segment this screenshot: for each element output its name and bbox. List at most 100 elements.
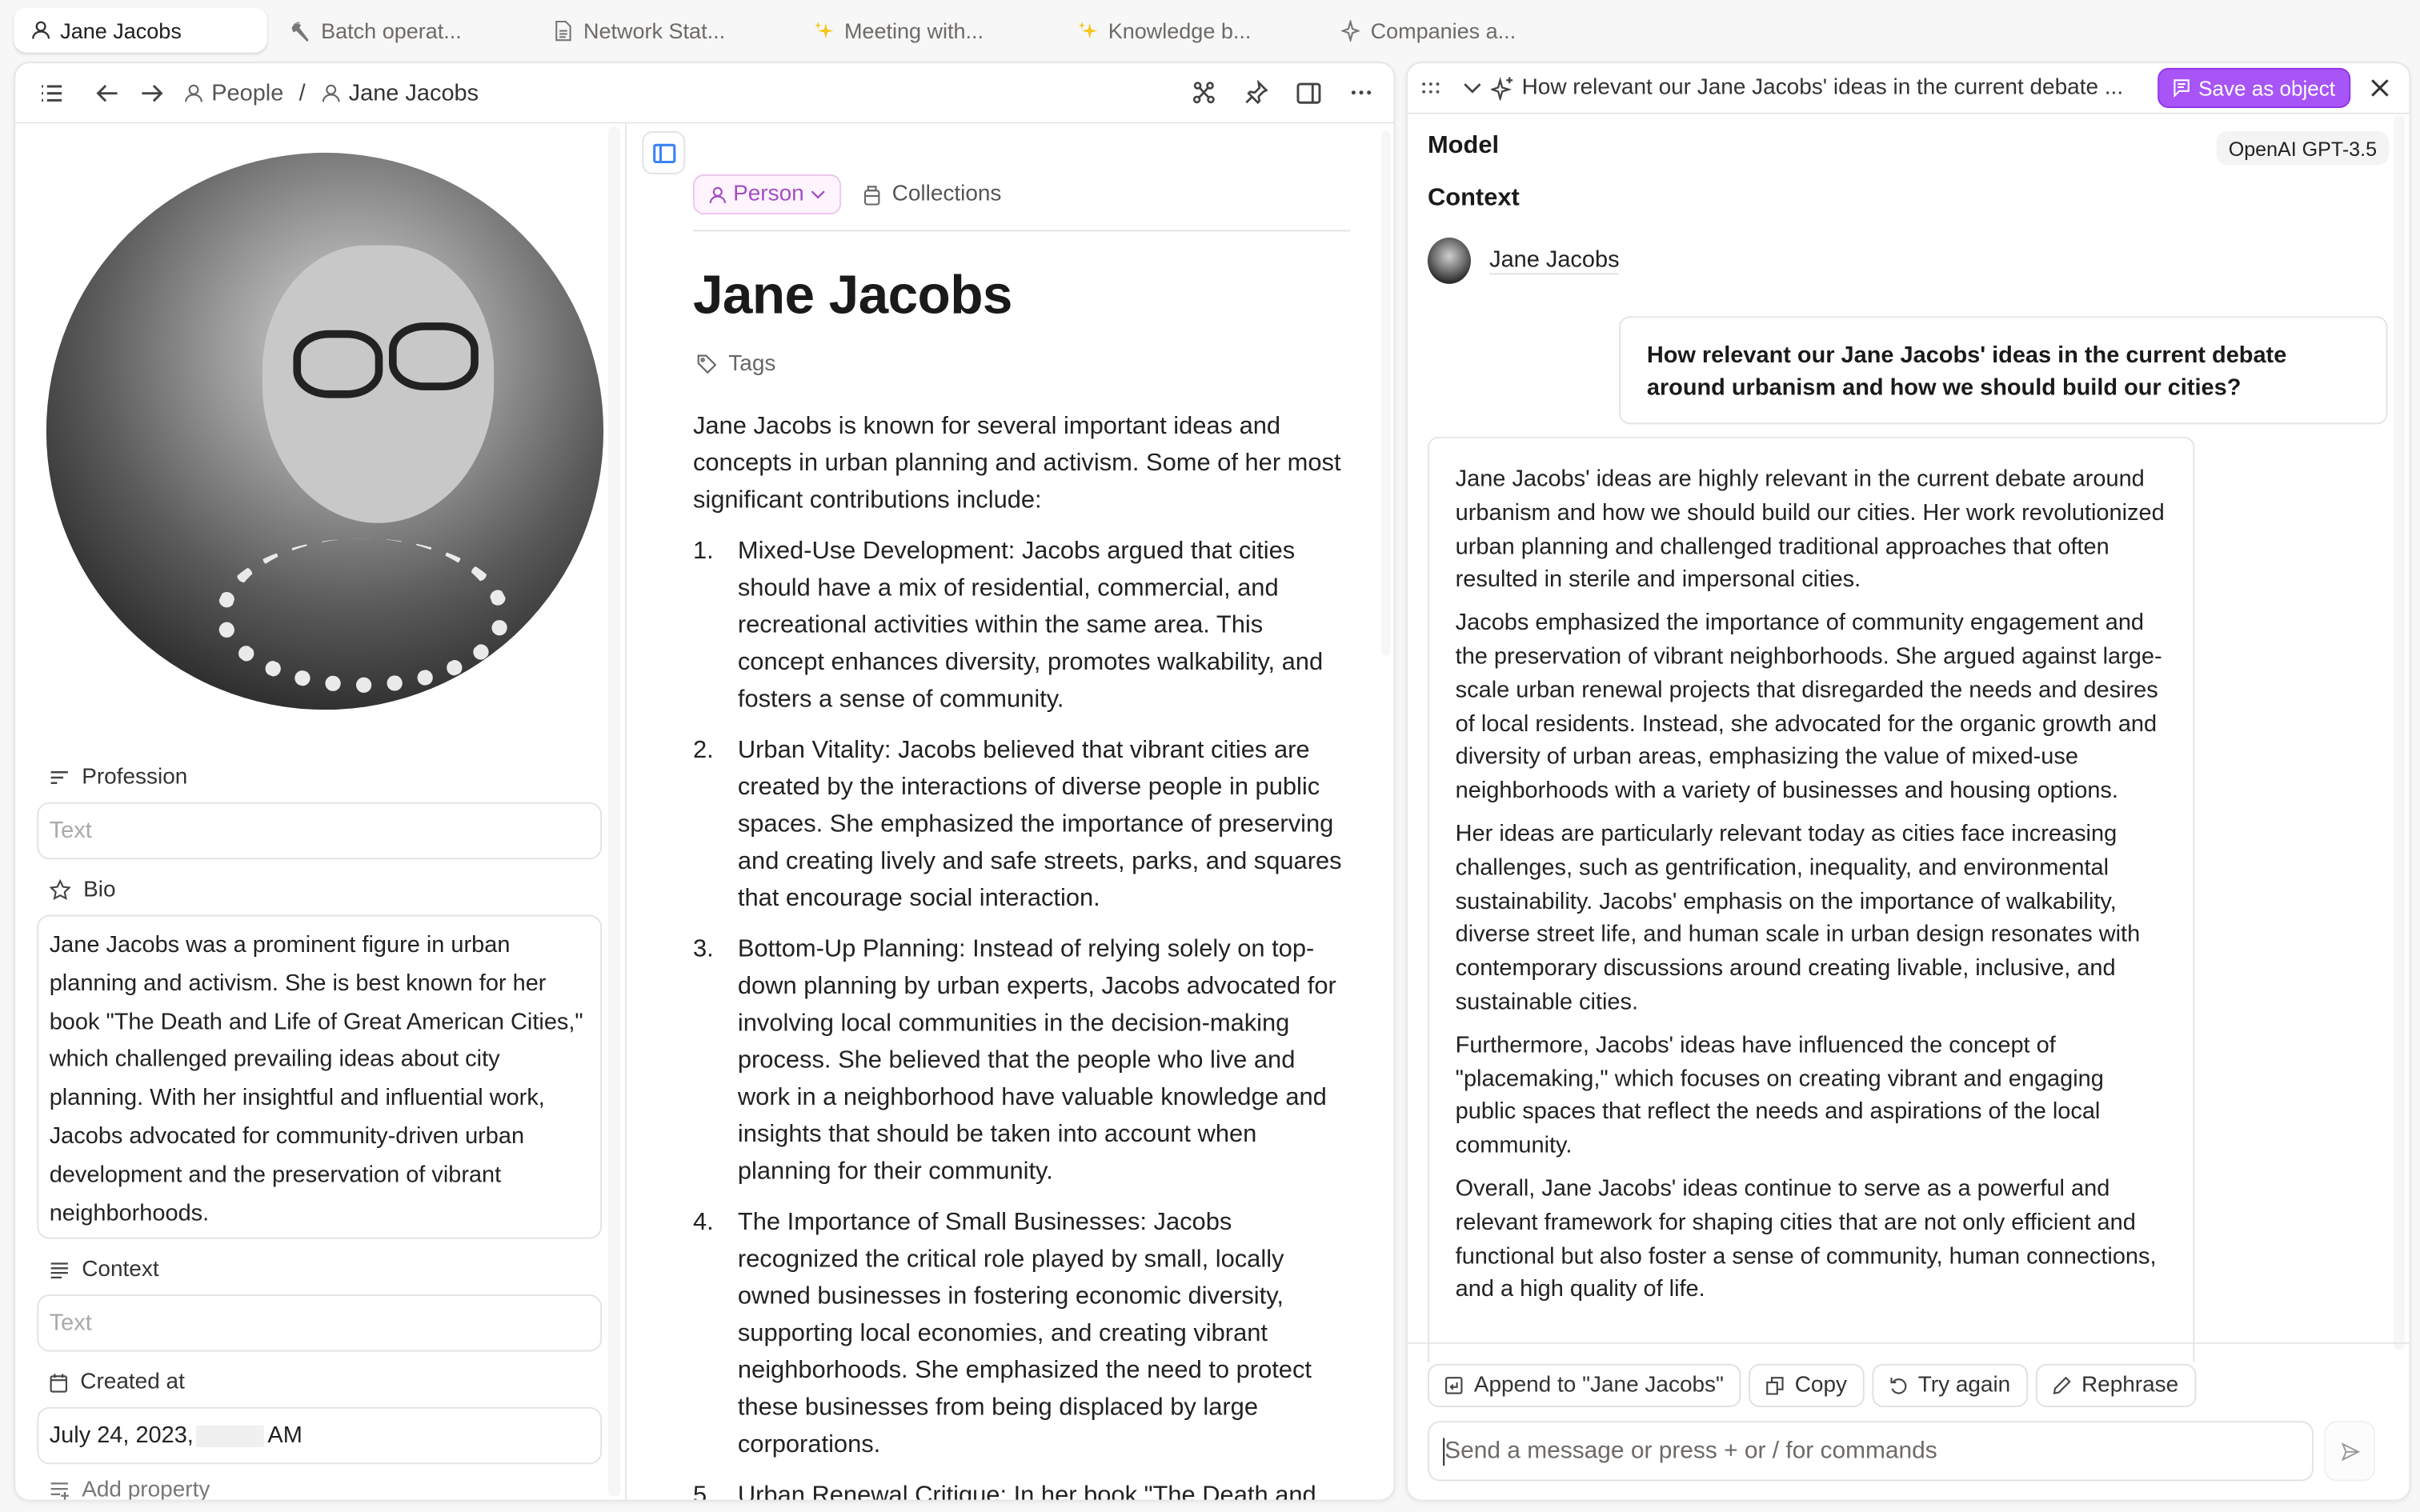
copy-label: Copy bbox=[1794, 1373, 1847, 1398]
profession-field[interactable]: Text bbox=[37, 802, 603, 860]
collection-jar-icon bbox=[863, 184, 881, 205]
context-object[interactable]: Jane Jacobs bbox=[1427, 238, 1620, 284]
message-input[interactable]: Send a message or press + or / for comma… bbox=[1427, 1421, 2314, 1482]
save-button-label: Save as object bbox=[2198, 76, 2335, 100]
try-again-label: Try again bbox=[1917, 1373, 2011, 1398]
type-chip-label: Person bbox=[733, 182, 804, 207]
collections-label: Collections bbox=[891, 182, 1002, 207]
person-icon bbox=[30, 19, 51, 41]
response-paragraph: Furthermore, Jacobs' ideas have influenc… bbox=[1455, 1031, 2104, 1159]
calendar-icon bbox=[50, 1372, 68, 1392]
add-property-button[interactable]: Add property bbox=[50, 1478, 210, 1500]
more-horizontal-icon bbox=[1351, 90, 1372, 96]
back-button[interactable] bbox=[90, 76, 123, 110]
rephrase-button[interactable]: Rephrase bbox=[2035, 1363, 2196, 1407]
list-number: 4. bbox=[692, 1210, 714, 1236]
tab-jane-jacobs[interactable]: Jane Jacobs bbox=[14, 7, 267, 53]
star-icon bbox=[49, 879, 71, 901]
breadcrumb: People / Jane Jacobs bbox=[184, 79, 479, 106]
list-number: 2. bbox=[692, 737, 714, 764]
try-again-button[interactable]: Try again bbox=[1871, 1363, 2028, 1407]
breadcrumb-current-label: Jane Jacobs bbox=[348, 79, 479, 106]
send-button[interactable] bbox=[2324, 1421, 2376, 1482]
glasses-left bbox=[293, 330, 383, 398]
created-at-label-text: Created at bbox=[80, 1370, 185, 1395]
split-view-button[interactable] bbox=[1292, 76, 1325, 110]
message-input-placeholder: Send a message or press + or / for comma… bbox=[1444, 1437, 1937, 1464]
graph-icon bbox=[1192, 80, 1216, 105]
pearl-necklace bbox=[216, 538, 510, 693]
header-divider bbox=[692, 230, 1351, 232]
glasses-right bbox=[389, 322, 479, 390]
document-scrollbar[interactable] bbox=[1381, 130, 1391, 656]
properties-scrollbar[interactable] bbox=[607, 126, 621, 1497]
context-label: Context bbox=[50, 1258, 159, 1282]
more-options-button[interactable] bbox=[1344, 76, 1378, 110]
assistant-response: Jane Jacobs' ideas are highly relevant i… bbox=[1427, 436, 2195, 1362]
properties-column: Profession Text Bio Jane Jacobs was a pr… bbox=[15, 123, 627, 1500]
chat-scrollbar[interactable] bbox=[2394, 115, 2405, 1350]
bio-value: Jane Jacobs was a prominent figure in ur… bbox=[49, 931, 583, 1226]
profession-placeholder: Text bbox=[49, 818, 92, 844]
list-number: 1. bbox=[692, 538, 714, 565]
document-body[interactable]: Jane Jacobs is known for several importa… bbox=[692, 409, 1353, 1502]
list-number: 5. bbox=[692, 1482, 714, 1502]
person-icon bbox=[321, 82, 341, 102]
breadcrumb-parent-label: People bbox=[211, 79, 284, 106]
toggle-properties-button[interactable] bbox=[642, 130, 686, 174]
list-number: 3. bbox=[692, 936, 714, 963]
person-icon bbox=[708, 184, 727, 204]
tab-label: Batch operat... bbox=[321, 18, 462, 43]
collapse-button[interactable] bbox=[1460, 71, 1484, 105]
assistant-panel: How relevant our Jane Jacobs' ideas in t… bbox=[1405, 62, 2411, 1502]
drag-handle[interactable] bbox=[1416, 71, 1444, 105]
forward-button[interactable] bbox=[134, 76, 168, 110]
message-square-icon bbox=[2174, 78, 2190, 98]
bio-label-text: Bio bbox=[83, 878, 116, 903]
tab-label: Network Stat... bbox=[583, 18, 726, 43]
pin-button[interactable] bbox=[1240, 76, 1273, 110]
breadcrumb-people[interactable]: People bbox=[184, 79, 284, 106]
close-assistant-button[interactable] bbox=[2363, 71, 2397, 105]
sparkles-icon bbox=[813, 19, 835, 41]
sidebar-right-icon bbox=[1296, 81, 1321, 104]
graph-button[interactable] bbox=[1187, 76, 1220, 110]
save-as-object-button[interactable]: Save as object bbox=[2158, 67, 2351, 109]
assistant-toolbar: How relevant our Jane Jacobs' ideas in t… bbox=[1407, 63, 2410, 114]
append-to-object-button[interactable]: Append to "Jane Jacobs" bbox=[1427, 1363, 1741, 1407]
created-at-suffix: AM bbox=[267, 1422, 302, 1449]
created-at-label: Created at bbox=[50, 1370, 185, 1395]
tags-label: Tags bbox=[728, 351, 776, 377]
tab-network-stat[interactable]: Network Stat... bbox=[537, 8, 740, 53]
collections-button[interactable]: Collections bbox=[863, 182, 1002, 207]
sidebar-left-icon bbox=[652, 142, 675, 163]
chevron-down-icon bbox=[810, 190, 825, 199]
sidebar-list-button[interactable] bbox=[34, 76, 67, 110]
sparkle-outline-icon bbox=[1340, 19, 1361, 42]
type-chip-person[interactable]: Person bbox=[692, 174, 841, 215]
bio-field[interactable]: Jane Jacobs was a prominent figure in ur… bbox=[37, 914, 603, 1239]
object-panel: People / Jane Jacobs Profession Text Bio… bbox=[14, 62, 1396, 1502]
list-item: 3. Bottom-Up Planning: Instead of relying… bbox=[693, 932, 1353, 1191]
document-title[interactable]: Jane Jacobs bbox=[693, 266, 1012, 327]
tab-batch-operations[interactable]: Batch operat... bbox=[274, 8, 477, 53]
app-window: Jane Jacobs Batch operat... Network Stat… bbox=[0, 0, 2420, 1512]
response-paragraph: Overall, Jane Jacobs' ideas continue to … bbox=[1455, 1175, 2157, 1303]
redacted-time bbox=[196, 1425, 265, 1447]
context-object-label: Jane Jacobs bbox=[1489, 246, 1620, 275]
created-at-field[interactable]: July 24, 2023, AM bbox=[37, 1406, 603, 1465]
profession-label-text: Profession bbox=[82, 765, 188, 790]
tab-meeting-with[interactable]: Meeting with... bbox=[798, 8, 999, 53]
response-paragraph: Jane Jacobs' ideas are highly relevant i… bbox=[1455, 466, 2165, 594]
tab-knowledge-base[interactable]: Knowledge b... bbox=[1062, 8, 1267, 53]
tab-companies[interactable]: Companies a... bbox=[1324, 8, 1532, 53]
list-item-text: Mixed-Use Development: Jacobs argued tha… bbox=[737, 538, 1324, 714]
model-selector[interactable]: OpenAI GPT-3.5 bbox=[2216, 130, 2390, 166]
arrow-left-icon bbox=[95, 82, 118, 102]
copy-button[interactable]: Copy bbox=[1748, 1363, 1865, 1407]
context-avatar bbox=[1427, 238, 1471, 284]
context-field[interactable]: Text bbox=[37, 1294, 603, 1352]
list-item-text: Bottom-Up Planning: Instead of relying s… bbox=[737, 936, 1336, 1186]
rephrase-label: Rephrase bbox=[2081, 1373, 2179, 1398]
tags-button[interactable]: Tags bbox=[696, 351, 776, 377]
